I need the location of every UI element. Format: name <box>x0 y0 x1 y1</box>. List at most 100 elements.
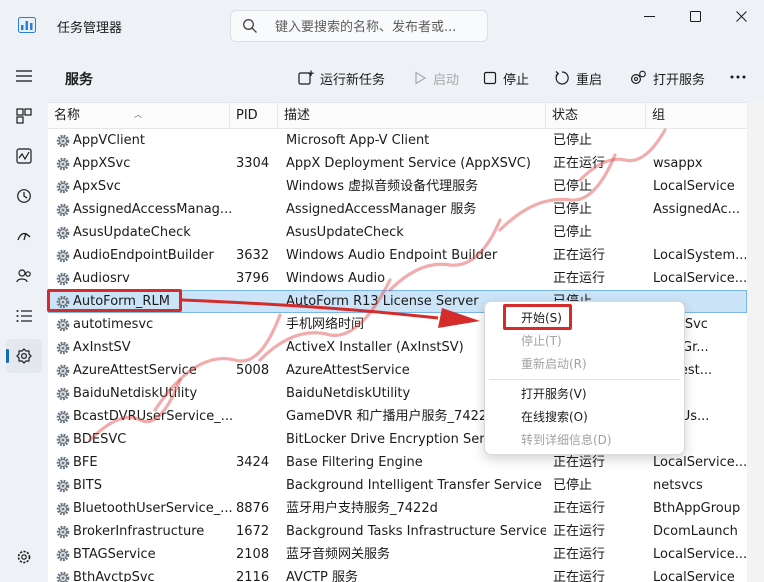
services-icon <box>16 348 32 364</box>
service-gear-icon <box>56 341 70 354</box>
table-row[interactable]: Audiosrv 3796 Windows Audio 正在运行 LocalServic… <box>48 267 747 290</box>
table-row[interactable]: BthAvctpSvc 2116 AVCTP 服务 正在运行 LocalService <box>48 566 747 582</box>
service-name-cell: AudioEndpointBuilder <box>56 244 232 267</box>
settings-icon <box>17 550 31 564</box>
maximize-button[interactable] <box>672 0 718 32</box>
maximize-icon <box>689 10 701 22</box>
vertical-scrollbar[interactable] <box>748 102 764 582</box>
service-gear-icon <box>56 203 70 216</box>
service-name-cell: AsusUpdateCheck <box>56 221 232 244</box>
restart-button[interactable]: 重启 <box>554 67 602 89</box>
open-services-button[interactable]: 打开服务 <box>630 67 705 89</box>
service-status: 正在运行 <box>553 156 606 171</box>
toolbar: 服务 运行新任务 启动 停止 重启 打开服务 <box>48 52 764 102</box>
users-icon <box>16 269 31 283</box>
nav-startup-apps[interactable] <box>6 219 42 253</box>
page-title: 服务 <box>65 72 93 88</box>
service-name-cell: BcastDVRUserService_... <box>56 405 232 428</box>
service-name-cell: BDESVC <box>56 428 232 451</box>
service-name: AudioEndpointBuilder <box>73 248 214 263</box>
more-options-button[interactable] <box>728 67 748 87</box>
open-services-label: 打开服务 <box>653 72 706 88</box>
service-status: 正在运行 <box>553 501 606 516</box>
stop-label: 停止 <box>503 72 530 88</box>
service-name: AppXSvc <box>73 156 131 171</box>
minimize-icon <box>643 15 655 17</box>
service-gear-icon <box>56 180 70 193</box>
minimize-button[interactable] <box>626 0 672 32</box>
service-group: LocalSystem... <box>653 248 747 263</box>
nav-services[interactable] <box>6 339 42 373</box>
service-gear-icon <box>56 387 70 400</box>
service-name: AsusUpdateCheck <box>73 225 191 240</box>
service-pid: 2108 <box>236 547 270 562</box>
service-name-cell: BTAGService <box>56 543 232 566</box>
column-header-group[interactable]: 组 <box>646 103 747 129</box>
close-button[interactable] <box>718 0 764 32</box>
service-pid <box>236 428 280 451</box>
nav-details[interactable] <box>6 299 42 333</box>
table-row[interactable]: AsusUpdateCheck AsusUpdateCheck 已停止 <box>48 221 747 244</box>
table-row[interactable]: BluetoothUserService_... 8876 蓝牙用户支持服务_742… <box>48 497 747 520</box>
service-pid: 2116 <box>236 570 270 582</box>
service-name: BrokerInfrastructure <box>73 524 205 539</box>
nav-app-history[interactable] <box>6 179 42 213</box>
service-name: BluetoothUserService_... <box>73 501 232 516</box>
service-description: AppX Deployment Service (AppXSVC) <box>286 156 531 171</box>
table-row[interactable]: BITS Background Intelligent Transfer Serv… <box>48 474 747 497</box>
table-row[interactable]: AppVClient Microsoft App-V Client 已停止 <box>48 129 747 152</box>
service-gear-icon <box>56 571 70 582</box>
annotation-arrow-icon <box>181 298 480 328</box>
service-pid: 1672 <box>236 524 270 539</box>
run-new-task-button[interactable]: 运行新任务 <box>298 67 385 89</box>
service-name: AppVClient <box>73 133 145 148</box>
nav-processes[interactable] <box>6 99 42 133</box>
column-header-status[interactable]: 状态 <box>546 103 646 129</box>
column-header-name[interactable]: 名称 ︿ <box>48 103 230 129</box>
nav-users[interactable] <box>6 259 42 293</box>
service-status: 已停止 <box>553 478 593 493</box>
nav-settings[interactable] <box>6 540 42 574</box>
service-name-cell: BaiduNetdiskUtility <box>56 382 232 405</box>
column-header-description[interactable]: 描述 <box>278 103 546 129</box>
service-gear-icon <box>56 456 70 469</box>
table-row[interactable]: AssignedAccessManag... AssignedAccessMana… <box>48 198 747 221</box>
close-icon <box>735 10 747 22</box>
nav-performance[interactable] <box>6 139 42 173</box>
service-status: 正在运行 <box>553 570 606 582</box>
table-row[interactable]: AudioEndpointBuilder 3632 Windows Audio En… <box>48 244 747 267</box>
search-icon <box>243 19 257 33</box>
service-gear-icon <box>56 502 70 515</box>
nav-menu-button[interactable] <box>6 59 42 93</box>
search-box[interactable] <box>230 10 488 42</box>
service-name-cell: AppVClient <box>56 129 232 152</box>
column-header-pid[interactable]: PID <box>230 103 278 129</box>
service-status: 正在运行 <box>553 248 606 263</box>
column-name-label: 名称 <box>54 108 81 123</box>
table-row[interactable]: AppXSvc 3304 AppX Deployment Service (AppX… <box>48 152 747 175</box>
search-input[interactable] <box>275 17 480 37</box>
context-menu-search-online[interactable]: 在线搜索(O) <box>485 406 684 429</box>
annotation-highlight-row <box>47 289 182 312</box>
table-row[interactable]: BTAGService 2108 蓝牙音频网关服务 正在运行 LocalService.… <box>48 543 747 566</box>
service-name: AxInstSV <box>73 340 131 355</box>
stop-button[interactable]: 停止 <box>483 67 529 89</box>
service-name-cell: Audiosrv <box>56 267 232 290</box>
service-description: AVCTP 服务 <box>286 570 358 582</box>
table-row[interactable]: ApxSvc Windows 虚拟音频设备代理服务 已停止 LocalService <box>48 175 747 198</box>
context-menu-open-services[interactable]: 打开服务(V) <box>485 383 684 406</box>
service-name: BFE <box>73 455 98 470</box>
service-pid <box>236 474 280 497</box>
start-button[interactable]: 启动 <box>413 67 459 89</box>
service-gear-icon <box>56 548 70 561</box>
service-description: Background Intelligent Transfer Service <box>286 478 542 493</box>
start-label: 启动 <box>433 72 460 88</box>
service-pid <box>236 198 280 221</box>
service-name-cell: BFE <box>56 451 232 474</box>
service-group: LocalService <box>653 570 735 582</box>
table-row[interactable]: BrokerInfrastructure 1672 Background Tasks… <box>48 520 747 543</box>
service-pid <box>236 336 280 359</box>
service-pid <box>236 405 280 428</box>
service-description: Background Tasks Infrastructure Service <box>286 524 546 539</box>
service-description: AsusUpdateCheck <box>286 225 404 240</box>
